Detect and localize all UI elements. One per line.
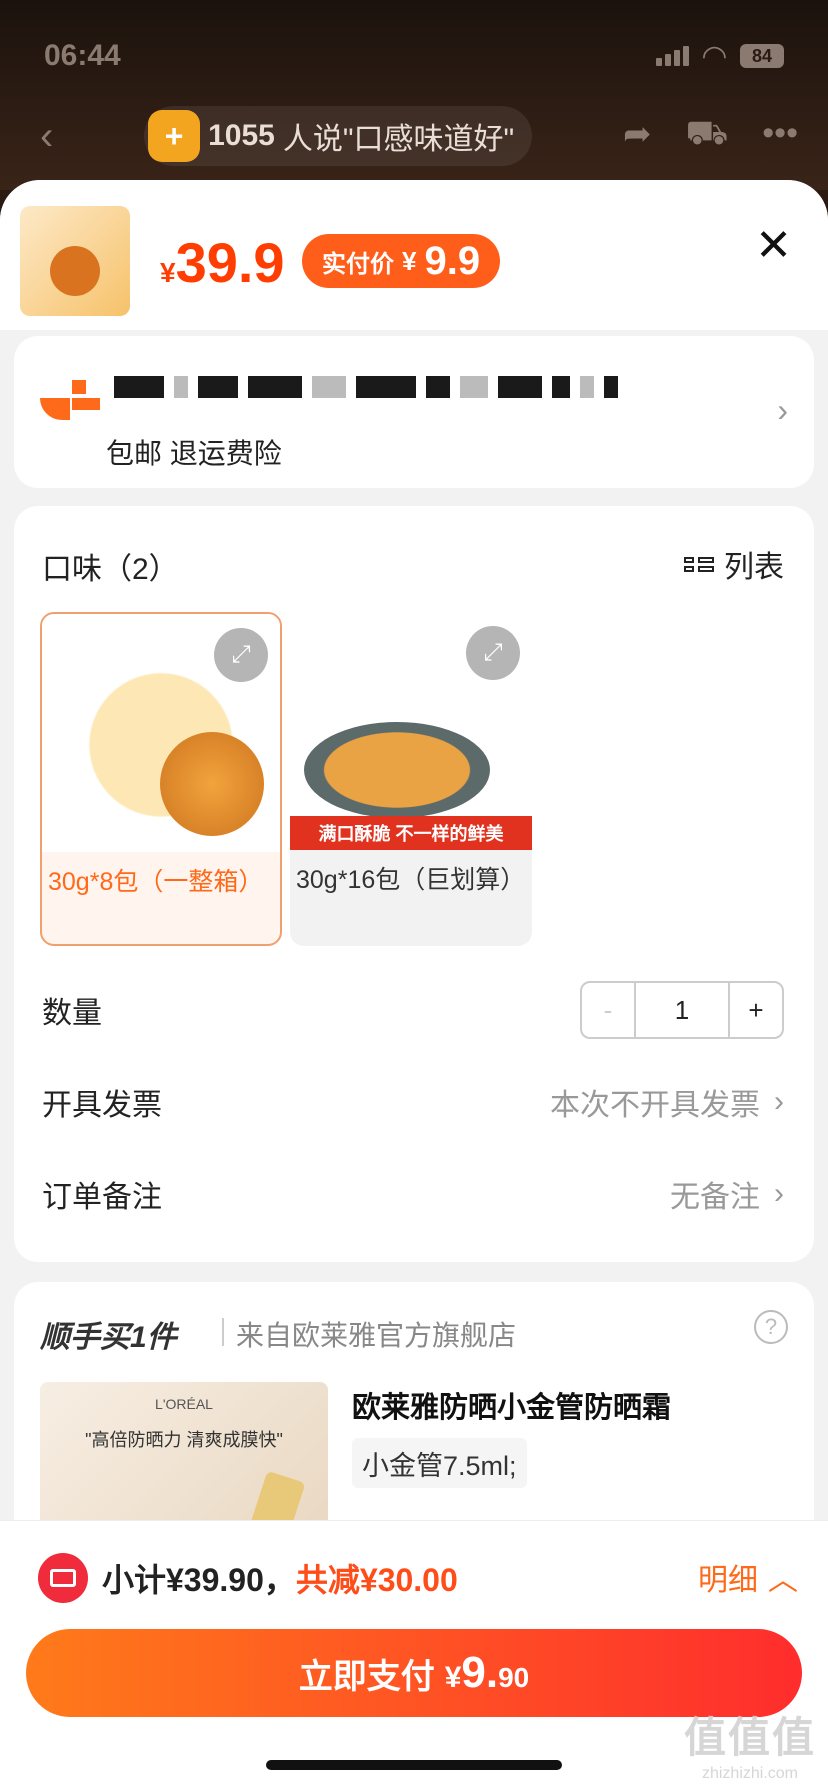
help-icon[interactable]: ? [754, 1310, 788, 1344]
quantity-minus-button[interactable]: - [582, 983, 636, 1037]
nav-row: ‹ + 1055 人说"口感味道好" ➦ ⛟ ••• [40, 106, 798, 166]
price-currency: ¥ [160, 257, 176, 288]
nav-actions: ➦ ⛟ ••• [623, 114, 798, 158]
list-toggle-label: 列表 [724, 551, 784, 584]
background-header: 06:44 ◠ 84 ‹ + 1055 人说"口感味道好" ➦ ⛟ ••• [0, 0, 828, 190]
paid-price-badge: 实付价 ¥ 9.9 [302, 234, 501, 288]
pay-currency: ¥ [444, 1661, 462, 1694]
sku-label: 30g*16包（巨划算） [296, 866, 526, 894]
order-note-value: 无备注 [670, 1181, 760, 1214]
sku-label: 30g*8包（一整箱） [48, 868, 264, 896]
cart-icon[interactable]: ⛟ [685, 114, 728, 158]
review-badge-icon: + [148, 110, 201, 162]
product-header: ¥ 39.9 实付价 ¥ 9.9 ✕ [0, 180, 828, 330]
upsell-title: 顺手买1件 [40, 1321, 177, 1354]
battery-icon: 84 [740, 44, 784, 68]
review-pill[interactable]: + 1055 人说"口感味道好" [144, 106, 533, 166]
flavor-title: 口味（2） [42, 553, 179, 586]
list-view-toggle[interactable]: 列表 [684, 542, 784, 586]
coupon-icon [38, 1553, 88, 1603]
upsell-image-brand: L'ORÉAL [155, 1396, 213, 1412]
share-icon[interactable]: ➦ [623, 114, 652, 158]
quantity-input[interactable]: 1 [636, 983, 728, 1037]
more-icon[interactable]: ••• [762, 114, 798, 158]
address-card[interactable]: 包邮 退运费险 › [14, 336, 814, 488]
expand-icon[interactable]: ⤢ [214, 628, 268, 682]
product-price: ¥ 39.9 [160, 230, 285, 295]
home-indicator[interactable] [266, 1760, 562, 1770]
quantity-stepper: - 1 + [580, 981, 784, 1039]
sku-banner: 满口酥脆 不一样的鲜美 [290, 816, 532, 850]
quantity-label: 数量 [42, 997, 102, 1030]
detail-label: 明细 [698, 1564, 758, 1597]
location-icon [40, 380, 100, 426]
list-icon [684, 556, 714, 572]
pay-amount-int: 9. [461, 1648, 499, 1697]
order-note-row[interactable]: 订单备注 无备注 › [42, 1164, 784, 1224]
expand-icon[interactable]: ⤢ [466, 626, 520, 680]
invoice-value-wrap: 本次不开具发票 › [550, 1080, 784, 1124]
status-bar: 06:44 ◠ 84 [44, 36, 784, 76]
sku-option-2[interactable]: 满口酥脆 不一样的鲜美 ⤢ 30g*16包（巨划算） [290, 612, 532, 946]
price-value: 39.9 [175, 231, 285, 294]
shipping-info: 包邮 退运费险 [106, 438, 282, 469]
purchase-sheet: ¥ 39.9 实付价 ¥ 9.9 ✕ 包邮 退运费险 › 口味（2） 列表 ⤢ … [0, 180, 828, 1792]
status-icons: ◠ 84 [655, 39, 784, 74]
upsell-image-slogan: "高倍防晒力 清爽成膜快" [85, 1430, 283, 1450]
invoice-label: 开具发票 [42, 1089, 162, 1122]
product-thumbnail[interactable] [20, 206, 130, 316]
wifi-icon: ◠ [702, 39, 726, 73]
order-note-value-wrap: 无备注 › [670, 1172, 784, 1216]
invoice-row[interactable]: 开具发票 本次不开具发票 › [42, 1072, 784, 1132]
review-text: 人说"口感味道好" [282, 123, 515, 156]
chevron-up-icon: ︿ [768, 1564, 798, 1597]
status-time: 06:44 [44, 39, 121, 72]
watermark-logo: 值值值 [683, 1714, 816, 1761]
snack-bowl-image [304, 722, 490, 818]
pay-amount: ¥ 9. 90 [445, 1648, 530, 1698]
watermark-site: zhizhizhi.com [701, 1765, 798, 1782]
quantity-plus-button[interactable]: + [728, 983, 782, 1037]
upsell-product-spec[interactable]: 小金管7.5ml; [352, 1438, 527, 1488]
watermark: 值值值 zhizhizhi.com [684, 1704, 816, 1783]
detail-toggle[interactable]: 明细 ︿ [698, 1555, 798, 1599]
paid-price-value: 9.9 [424, 238, 481, 283]
chevron-right-icon: › [774, 1085, 784, 1118]
back-icon[interactable]: ‹ [40, 114, 53, 159]
signal-icon [655, 46, 689, 66]
chevron-right-icon: › [777, 392, 788, 428]
upsell-shop: 来自欧莱雅官方旗舰店 [236, 1320, 517, 1351]
review-count: 1055 [208, 119, 275, 152]
quantity-row: 数量 - 1 + [42, 980, 784, 1040]
invoice-value: 本次不开具发票 [550, 1089, 760, 1122]
chevron-right-icon: › [774, 1177, 784, 1210]
discount-total: 共减¥30.00 [295, 1562, 458, 1598]
paid-price-currency: ¥ [402, 245, 417, 276]
upsell-product-name[interactable]: 欧莱雅防晒小金管防晒霜 [352, 1384, 671, 1426]
divider [222, 1318, 224, 1346]
redacted-address [114, 376, 618, 398]
paid-price-label: 实付价 [322, 250, 394, 278]
order-note-label: 订单备注 [42, 1181, 162, 1214]
close-icon[interactable]: ✕ [755, 220, 792, 271]
price-summary: 小计¥39.90， 共减¥30.00 [102, 1555, 458, 1601]
pay-label: 立即支付 [298, 1657, 435, 1696]
sku-option-1[interactable]: ⤢ 30g*8包（一整箱） [40, 612, 282, 946]
options-card: 口味（2） 列表 ⤢ 30g*8包（一整箱） 满口酥脆 不一样的鲜美 ⤢ 30g… [14, 506, 814, 1262]
pay-amount-dec: 90 [498, 1662, 530, 1693]
subtotal: 小计¥39.90， [102, 1562, 296, 1598]
